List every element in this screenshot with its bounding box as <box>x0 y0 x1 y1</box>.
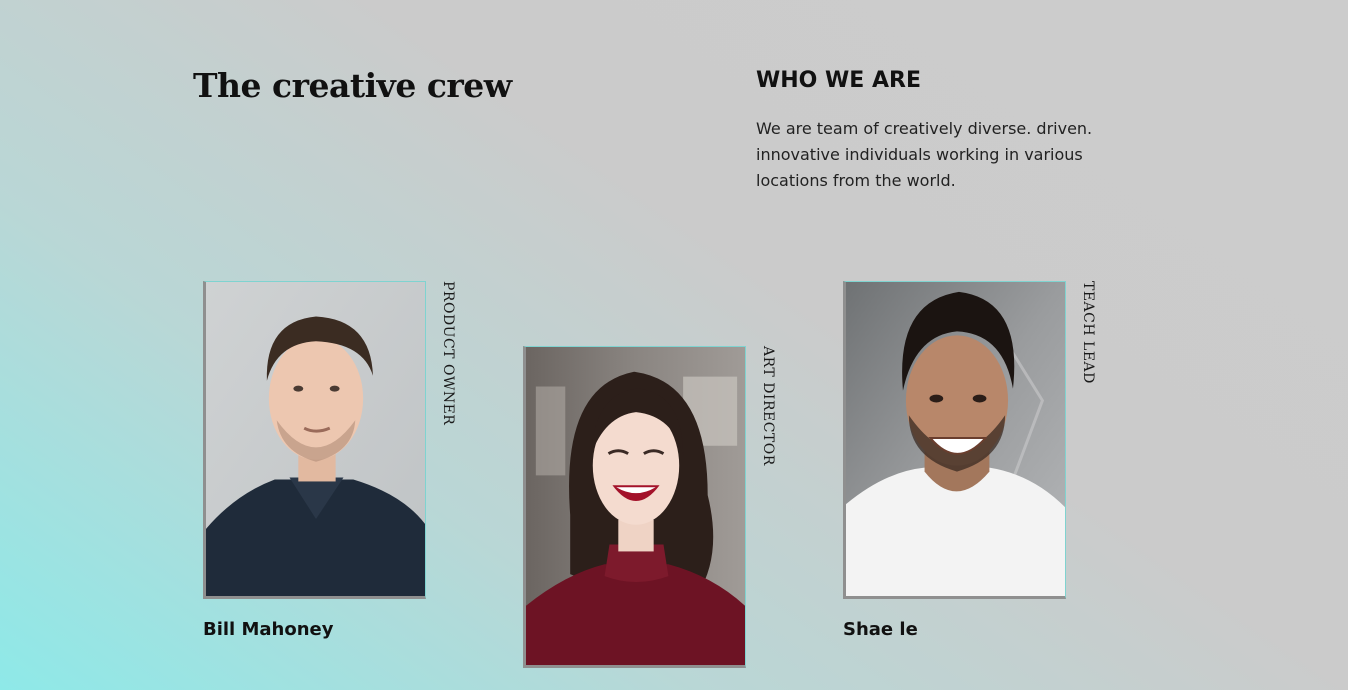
who-we-are-heading: WHO WE ARE <box>756 68 921 93</box>
team-member-photo <box>843 281 1066 599</box>
team-member-role: PRODUCT OWNER <box>440 281 456 426</box>
who-we-are-description: We are team of creatively diverse. drive… <box>756 119 1093 190</box>
team-member-photo <box>203 281 426 599</box>
team-member-role: ART DIRECTOR <box>760 346 776 466</box>
team-member-name: Bill Mahoney <box>203 619 334 640</box>
page-title: The creative crew <box>193 66 512 105</box>
team-member-name: Shae le <box>843 619 918 640</box>
team-member-role: TEACH LEAD <box>1080 281 1096 384</box>
team-member-photo <box>523 346 746 668</box>
